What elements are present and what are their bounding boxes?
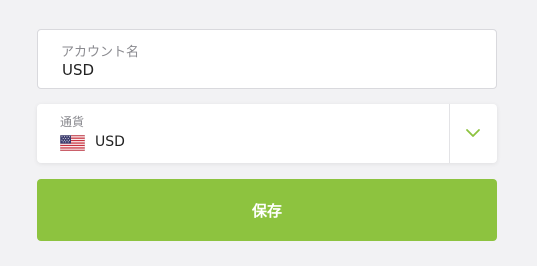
- account-name-input[interactable]: [62, 61, 462, 79]
- currency-value: USD: [95, 134, 125, 150]
- us-flag-icon: [60, 135, 85, 151]
- currency-select[interactable]: 通貨 USD: [37, 104, 497, 163]
- select-divider: [449, 104, 450, 163]
- currency-label: 通貨: [60, 115, 85, 129]
- chevron-down-icon[interactable]: [465, 126, 481, 140]
- account-form: アカウント名 通貨 USD 保存: [37, 29, 497, 241]
- account-name-label: アカウント名: [61, 45, 140, 60]
- save-button[interactable]: 保存: [37, 179, 497, 241]
- account-name-field[interactable]: アカウント名: [37, 29, 497, 89]
